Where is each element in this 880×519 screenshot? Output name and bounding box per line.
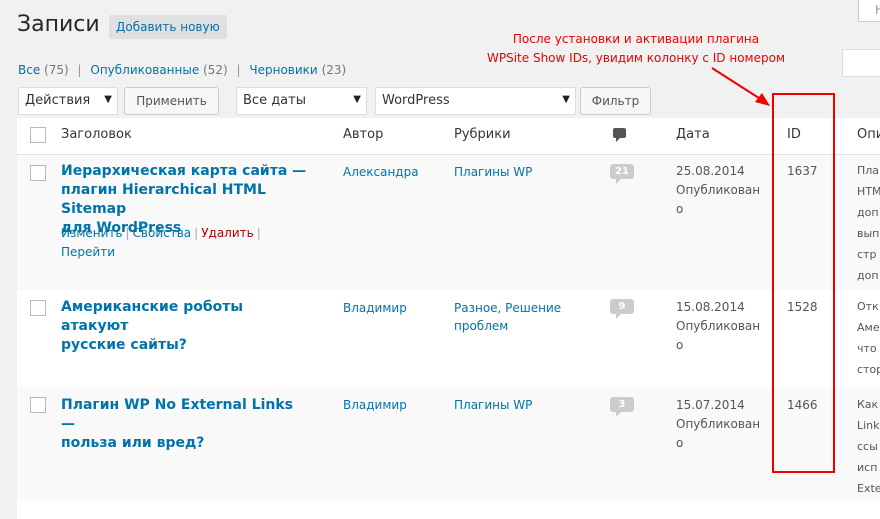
excerpt-line: исп [857, 461, 878, 474]
excerpt-line: Link [857, 419, 880, 432]
status-value: Опубликован [676, 319, 761, 333]
column-author-header: Автор [343, 127, 384, 142]
filter-separator: | [77, 63, 82, 77]
row-checkbox[interactable] [30, 397, 46, 413]
comment-count-badge[interactable]: 9 [610, 299, 634, 319]
excerpt-line: стор [857, 363, 880, 376]
filter-drafts-link[interactable]: Черновики [249, 63, 317, 77]
add-new-button[interactable]: Добавить новую [109, 15, 227, 39]
post-title-line: Иерархическая карта сайта — [61, 163, 307, 179]
author-link[interactable]: Владимир [343, 299, 407, 317]
table-header [17, 118, 880, 155]
category-link[interactable]: Плагины WP [454, 396, 532, 414]
excerpt-line: что [857, 342, 877, 355]
filter-all-link[interactable]: Все [18, 63, 40, 77]
excerpt-line: доп [857, 206, 879, 219]
filter-published-count: (52) [203, 63, 228, 77]
filter-all-count: (75) [44, 63, 69, 77]
column-categories-header: Рубрики [454, 127, 511, 142]
date-filter-value: Все даты [243, 93, 306, 108]
category-filter-value: WordPress [382, 93, 450, 108]
post-title-line: польза или вред? [61, 435, 205, 451]
excerpt-line: стр [857, 248, 877, 261]
author-link[interactable]: Александра [343, 163, 419, 181]
status-value: о [676, 202, 684, 216]
select-all-checkbox[interactable] [30, 127, 46, 143]
status-value: о [676, 436, 684, 450]
status-value: Опубликован [676, 183, 761, 197]
apply-button[interactable]: Применить [124, 87, 219, 115]
status-value: о [676, 338, 684, 352]
search-input[interactable] [842, 49, 880, 77]
post-title-link[interactable]: Плагин WP No External Links — польза или… [61, 396, 311, 453]
id-column-highlight [772, 93, 835, 473]
post-excerpt: Как Link ссы исп Exte [857, 394, 880, 499]
quick-edit-link[interactable]: Свойства [133, 226, 192, 240]
excerpt-line: Отк [857, 300, 879, 313]
excerpt-line: ссы [857, 440, 878, 453]
filter-separator: | [236, 63, 241, 77]
excerpt-line: HTM [857, 185, 880, 198]
date-value: 15.08.2014 [676, 300, 745, 314]
action-separator: | [256, 226, 261, 240]
post-excerpt: Отк Аме что стор [857, 296, 880, 380]
row-actions: Изменить | Свойства | Удалить | Перейти [61, 224, 301, 262]
column-excerpt-header: Опи [857, 127, 880, 142]
action-separator: | [194, 226, 199, 240]
page-title: Записи [17, 12, 100, 37]
delete-link[interactable]: Удалить [201, 226, 254, 240]
bulk-actions-select[interactable]: Действия ▼ [18, 87, 118, 115]
excerpt-line: Пла [857, 164, 880, 177]
post-excerpt: Пла HTM доп вып стр доп [857, 160, 880, 286]
dropdown-arrow-icon: ▼ [104, 94, 112, 105]
post-date: 15.08.2014 Опубликован о [676, 298, 760, 355]
annotation-arrow-icon [711, 67, 770, 106]
view-link[interactable]: Перейти [61, 245, 115, 259]
bulk-actions-value: Действия [25, 93, 91, 108]
column-date-header[interactable]: Дата [676, 127, 710, 142]
category-line: Разное, Решение [454, 301, 562, 315]
filter-published-link[interactable]: Опубликованные [90, 63, 199, 77]
category-link[interactable]: Плагины WP [454, 163, 532, 181]
row-checkbox[interactable] [30, 300, 46, 316]
category-link[interactable]: Разное, Решение проблем [454, 299, 561, 335]
post-title-line: русские сайты? [61, 337, 187, 353]
category-line: проблем [454, 319, 509, 333]
post-date: 25.08.2014 Опубликован о [676, 162, 760, 219]
dropdown-arrow-icon: ▼ [353, 94, 361, 105]
excerpt-line: вып [857, 227, 880, 240]
comment-count-badge[interactable]: 21 [610, 164, 634, 184]
comments-icon[interactable] [613, 128, 626, 142]
annotation-line: После установки и активации плагина [512, 32, 760, 46]
filter-drafts-count: (23) [321, 63, 347, 77]
author-link[interactable]: Владимир [343, 396, 407, 414]
column-title-header[interactable]: Заголовок [61, 127, 132, 142]
excerpt-line: доп [857, 269, 879, 282]
screen-options-label: Н [875, 3, 880, 17]
action-separator: | [125, 226, 130, 240]
edit-link[interactable]: Изменить [61, 226, 123, 240]
excerpt-line: Аме [857, 321, 880, 334]
excerpt-line: Exte [857, 482, 880, 495]
excerpt-line: Как [857, 398, 879, 411]
status-filters: Все (75) | Опубликованные (52) | Чернови… [18, 63, 346, 77]
row-checkbox[interactable] [30, 165, 46, 181]
comment-count-badge[interactable]: 3 [610, 397, 634, 417]
screen-options-button[interactable]: Н [858, 0, 880, 22]
dropdown-arrow-icon: ▼ [562, 94, 570, 105]
date-value: 25.08.2014 [676, 164, 745, 178]
post-title-line: Плагин WP No External Links — [61, 397, 293, 432]
filter-button[interactable]: Фильтр [580, 87, 651, 115]
post-date: 15.07.2014 Опубликован о [676, 396, 760, 453]
post-title-line: плагин Hierarchical HTML Sitemap [61, 182, 266, 217]
date-value: 15.07.2014 [676, 398, 745, 412]
status-value: Опубликован [676, 417, 761, 431]
date-filter-select[interactable]: Все даты ▼ [236, 87, 367, 115]
category-filter-select[interactable]: WordPress ▼ [375, 87, 576, 115]
post-title-line: Американские роботы атакуют [61, 299, 244, 334]
post-title-link[interactable]: Американские роботы атакуют русские сайт… [61, 298, 311, 355]
